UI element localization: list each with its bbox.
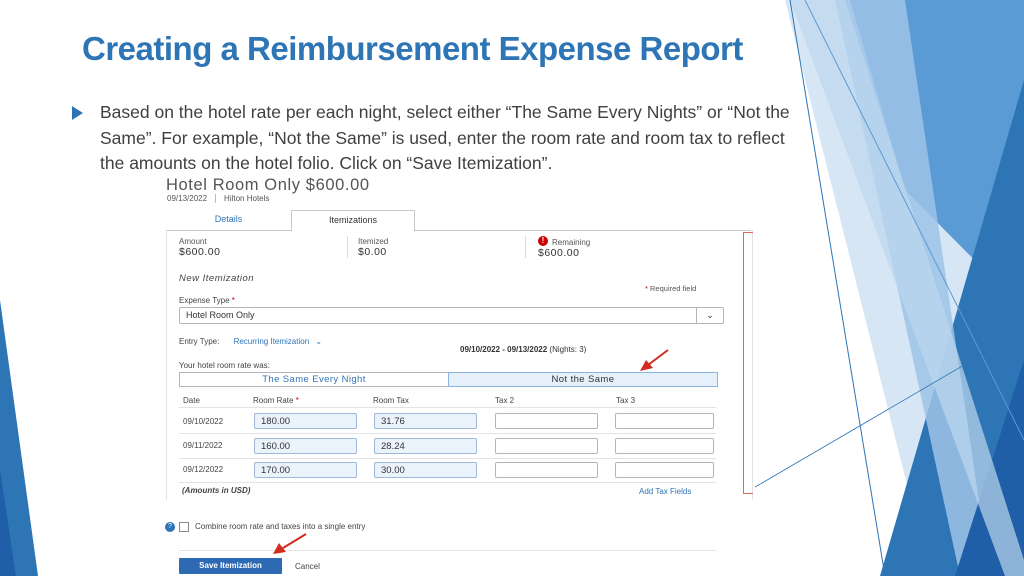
- red-arrow-icon: [273, 533, 307, 554]
- red-arrow-icon: [640, 349, 669, 371]
- slide: Creating a Reimbursement Expense Report …: [0, 0, 1024, 576]
- callout-bracket: [743, 232, 753, 494]
- annotation-arrows: [273, 349, 669, 554]
